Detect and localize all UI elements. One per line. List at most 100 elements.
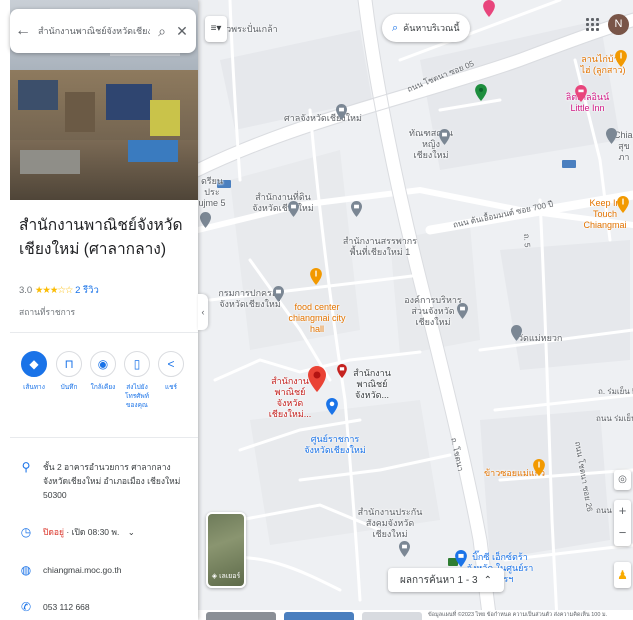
action-label: บันทึก	[60, 384, 78, 391]
court-pin-icon[interactable]	[336, 104, 347, 120]
top-hotel-pin-icon[interactable]	[483, 0, 495, 17]
map-label-gov-center[interactable]: ศูนย์ราชการจังหวัดเชียงใหม่	[302, 434, 368, 456]
chiang-pin-icon[interactable]	[606, 128, 617, 144]
my-location-icon: ◎	[618, 474, 627, 485]
search-input[interactable]	[36, 25, 152, 37]
revenue-pin-icon[interactable]	[351, 201, 362, 217]
school-pin-icon[interactable]	[200, 212, 211, 228]
address-text: ชั้น 2 อาคารอำนวยการ ศาลากลางจังหวัดเชีย…	[43, 462, 181, 500]
road-label-5: ถ. 5	[521, 233, 532, 248]
selected-place-pin-icon[interactable]	[308, 366, 326, 392]
collapse-panel-button[interactable]: ‹	[198, 294, 208, 330]
restaurant-pin-icon[interactable]	[615, 50, 627, 67]
search-this-area-label: ค้นหาบริเวณนี้	[403, 23, 460, 33]
arrow-left-icon[interactable]: ←	[10, 22, 36, 40]
divider	[10, 437, 198, 438]
hours-row[interactable]: ◷ ปิดอยู่ · เปิด 08:30 พ. ⌄	[19, 525, 183, 539]
action-label: แชร์	[164, 384, 178, 391]
map-label-school: ดรียนประ ujme 5	[198, 176, 226, 208]
action-label: ใกล้เคียง	[90, 384, 116, 391]
hours-detail: · เปิด 08:30 พ.	[64, 527, 120, 537]
globe-icon: ◍	[20, 563, 32, 577]
menu-chips-button[interactable]: ≡▾	[205, 16, 227, 42]
place-details-panel: ← ⌕ ✕ สำนักงานพาณิชย์จังหวัดเชียงใหม่ (ศ…	[0, 0, 198, 620]
keep-in-touch-pin-icon[interactable]	[617, 196, 629, 213]
layers-icon: ◈	[211, 573, 218, 580]
results-label: ผลการค้นหา 1 - 3	[400, 574, 478, 586]
nearby-icon: ◉	[90, 351, 116, 377]
close-icon[interactable]: ✕	[172, 23, 192, 40]
pegman-icon: ♟	[617, 568, 628, 582]
photo-thumbnail-tab[interactable]	[362, 612, 422, 620]
map-label-food-center[interactable]: food center chiangmai city hall	[282, 302, 352, 335]
zoom-controls: + −	[614, 500, 631, 546]
road-label-romyen-5: ถ. ร่มเย็น 5	[598, 387, 633, 396]
review-count-link[interactable]: 2 รีวิว	[75, 285, 99, 296]
chevron-up-icon: ⌃	[483, 574, 492, 586]
rating-value: 3.0	[19, 285, 33, 296]
divider	[10, 332, 198, 333]
pegman-button[interactable]: ♟	[614, 562, 631, 588]
court-office-pin-icon[interactable]	[439, 129, 450, 145]
account-avatar[interactable]: N	[608, 14, 629, 35]
action-label: เส้นทาง	[23, 384, 45, 391]
land-office-pin-icon[interactable]	[288, 201, 299, 217]
directions-button[interactable]: ◆ เส้นทาง	[17, 351, 51, 392]
map-label-commerce-small[interactable]: สำนักงานพาณิชย์จังหวัด...	[344, 368, 400, 401]
rating-stars: ★★★☆☆	[34, 285, 74, 296]
hours-status: ปิดอยู่	[43, 527, 65, 537]
place-category[interactable]: สถานที่ราชการ	[19, 305, 75, 319]
bookmark-icon: ⊓	[56, 351, 82, 377]
search-this-area-button[interactable]: ⌕ ค้นหาบริเวณนี้	[382, 14, 470, 42]
address-row[interactable]: ⚲ ชั้น 2 อาคารอำนวยการ ศาลากลางจังหวัดเช…	[19, 460, 183, 502]
pao-pin-icon[interactable]	[457, 303, 468, 319]
wat-pin-icon[interactable]	[511, 325, 522, 341]
khao-soi-pin-icon[interactable]	[533, 459, 545, 476]
map-label-revenue: สำนักงานสรรพากรพื้นที่เชียงใหม่ 1	[342, 236, 418, 257]
layers-button[interactable]: ◈ เลเยอร์	[206, 512, 246, 588]
phone-icon: ✆	[20, 600, 32, 614]
list-icon: ≡▾	[210, 23, 222, 34]
map-label-land-office: สำนักงานที่ดินจังหวัดเชียงใหม่	[252, 192, 314, 213]
gov-center-pin-icon[interactable]	[326, 398, 338, 415]
photo-thumbnail-tab[interactable]	[206, 612, 276, 620]
nearby-button[interactable]: ◉ ใกล้เคียง	[86, 351, 120, 392]
clock-icon: ◷	[20, 525, 32, 539]
rating-row: 3.0 ★★★☆☆ 2 รีวิว	[19, 283, 99, 298]
layers-label: ◈ เลเยอร์	[211, 573, 241, 580]
photo-thumbnail-tab[interactable]	[284, 612, 354, 620]
land-admin-pin-icon[interactable]	[273, 286, 284, 302]
my-location-button[interactable]: ◎	[614, 470, 631, 490]
map-label-wat: วัดแม่หยวก	[518, 333, 563, 343]
send-to-phone-button[interactable]: ▯ ส่งไปยังโทรศัพท์ของคุณ	[120, 351, 154, 410]
food-pin-icon[interactable]	[310, 268, 322, 285]
phone-row[interactable]: ✆ 053 112 668	[19, 600, 183, 614]
search-results-pill[interactable]: ผลการค้นหา 1 - 3 ⌃	[388, 568, 504, 592]
website-row[interactable]: ◍ chiangmai.moc.go.th	[19, 563, 183, 577]
road-label-romyen-6: ถนน ร่มเย็น 6	[596, 414, 633, 423]
map-label-social-security: สำนักงานประกันสังคมจังหวัดเชียงใหม่	[357, 507, 423, 539]
social-security-pin-icon[interactable]	[399, 541, 410, 557]
place-title: สำนักงานพาณิชย์จังหวัดเชียงใหม่ (ศาลากลา…	[19, 217, 183, 258]
chevron-left-icon: ‹	[201, 307, 205, 317]
search-icon[interactable]: ⌕	[152, 23, 172, 40]
share-button[interactable]: < แชร์	[154, 351, 188, 392]
save-button[interactable]: ⊓ บันทึก	[52, 351, 86, 392]
directions-icon: ◆	[21, 351, 47, 377]
hotel-pin-icon[interactable]	[575, 85, 587, 102]
zoom-in-button[interactable]: +	[614, 500, 631, 522]
action-label: ส่งไปยังโทรศัพท์ของคุณ	[125, 384, 149, 409]
big-c-pin-icon[interactable]	[455, 550, 467, 567]
phone-text: 053 112 668	[43, 602, 90, 612]
map-label-court: ศาลจังหวัดเชียงใหม่	[284, 113, 362, 123]
chevron-down-icon[interactable]: ⌄	[128, 527, 135, 537]
zoom-out-button[interactable]: −	[614, 522, 631, 544]
green-place-pin-icon[interactable]	[475, 84, 487, 101]
send-to-phone-icon: ▯	[124, 351, 150, 377]
search-box[interactable]: ← ⌕ ✕	[10, 9, 196, 53]
map-label-top-road: เวพระปั่นเกล้า	[223, 24, 278, 34]
share-icon: <	[158, 351, 184, 377]
commerce-small-pin-icon[interactable]	[337, 364, 347, 378]
map-label-little-inn[interactable]: ลิตเติ้ลอินน์ Little Inn	[565, 92, 610, 114]
apps-grid-icon[interactable]	[586, 18, 600, 32]
